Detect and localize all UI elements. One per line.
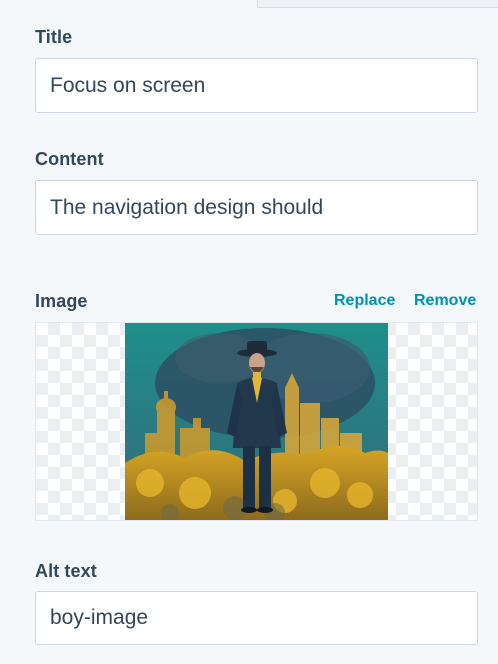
top-panel-tab	[257, 0, 498, 8]
title-input[interactable]	[35, 58, 478, 113]
image-preview-frame	[35, 322, 478, 521]
content-input[interactable]	[35, 180, 478, 235]
content-label: Content	[35, 149, 104, 169]
alt-text-label: Alt text	[35, 561, 97, 581]
remove-image-button[interactable]: Remove	[414, 292, 476, 310]
replace-image-button[interactable]: Replace	[334, 292, 395, 310]
alt-text-input[interactable]	[35, 591, 478, 645]
title-label: Title	[35, 27, 73, 47]
image-label: Image	[35, 291, 88, 311]
image-preview	[125, 323, 388, 520]
